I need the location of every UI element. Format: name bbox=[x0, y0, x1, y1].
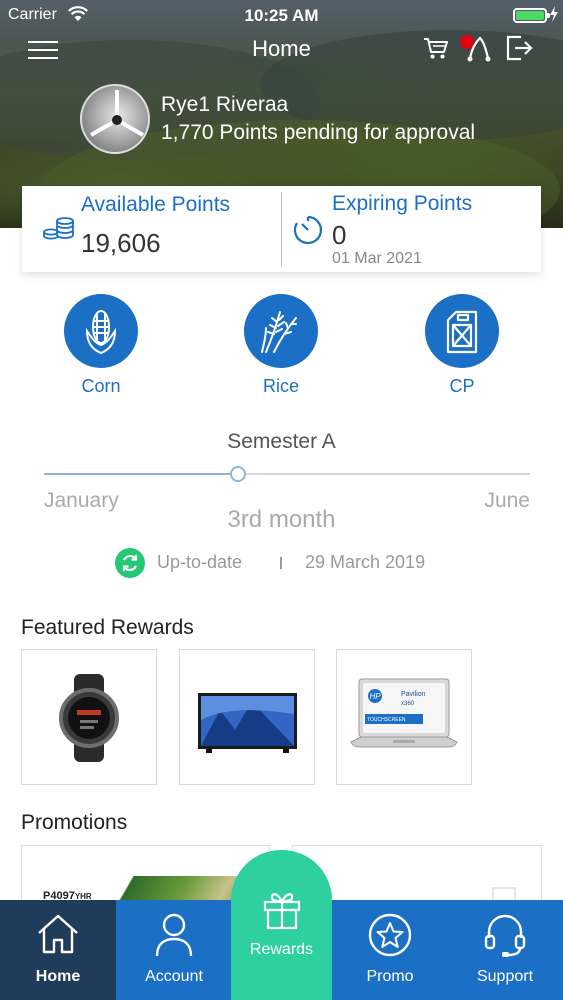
tab-home[interactable]: Home bbox=[0, 900, 116, 1000]
semester-title: Semester A bbox=[227, 430, 336, 453]
semester-progress-handle[interactable] bbox=[230, 466, 247, 482]
tab-label: Promo bbox=[366, 968, 414, 985]
battery-icon bbox=[513, 8, 550, 23]
tab-account[interactable]: Account bbox=[116, 900, 232, 1000]
tab-label: Home bbox=[35, 968, 81, 985]
home-icon bbox=[38, 914, 78, 954]
tab-promo[interactable]: Promo bbox=[332, 900, 448, 1000]
avatar[interactable] bbox=[80, 84, 150, 154]
available-points-value: 19,606 bbox=[81, 228, 161, 258]
current-month-label: 3rd month bbox=[227, 506, 336, 533]
jerrycan-icon bbox=[425, 294, 499, 368]
points-card: Available Points 19,606 Expiring Points … bbox=[22, 186, 541, 272]
refresh-icon[interactable] bbox=[115, 548, 145, 578]
user-icon bbox=[155, 913, 193, 957]
tab-label: Account bbox=[145, 968, 203, 985]
sync-status: Up-to-date bbox=[157, 552, 243, 572]
reward-item-laptop[interactable]: HP Pavilion x360 TOUCHSCREEN bbox=[336, 649, 472, 785]
reward-item-television[interactable] bbox=[179, 649, 315, 785]
user-name: Rye1 Riveraa bbox=[161, 93, 289, 116]
notification-badge bbox=[460, 35, 474, 49]
logout-icon[interactable] bbox=[504, 33, 534, 63]
category-corn[interactable]: Corn bbox=[51, 294, 151, 398]
category-cp[interactable]: CP bbox=[412, 294, 512, 398]
available-points-label: Available Points bbox=[81, 193, 231, 216]
promotions-title: Promotions bbox=[21, 811, 128, 834]
laptop-icon: HP Pavilion x360 TOUCHSCREEN bbox=[350, 678, 458, 748]
gift-icon bbox=[263, 893, 300, 930]
expiring-date: 01 Mar 2021 bbox=[332, 250, 422, 267]
expiring-points-value: 0 bbox=[332, 220, 347, 250]
corn-icon bbox=[64, 294, 138, 368]
category-label: Corn bbox=[81, 376, 121, 396]
category-label: Rice bbox=[262, 376, 299, 396]
tab-label: Rewards bbox=[249, 941, 314, 958]
semester-progress-track bbox=[44, 466, 530, 482]
tab-support[interactable]: Support bbox=[447, 900, 563, 1000]
tab-label: Support bbox=[476, 968, 534, 985]
featured-rewards-title: Featured Rewards bbox=[21, 616, 194, 639]
timer-icon bbox=[293, 215, 323, 245]
clock: 10:25 AM bbox=[244, 6, 319, 25]
pending-points: 1,770 Points pending for approval bbox=[161, 121, 476, 144]
divider bbox=[280, 557, 282, 569]
laptop-brand-logo: HP bbox=[369, 692, 381, 701]
status-bar: Carrier 10:25 AM bbox=[0, 0, 563, 30]
semester-progress-fill bbox=[44, 473, 239, 475]
charging-icon bbox=[550, 6, 558, 22]
television-icon bbox=[198, 693, 297, 753]
headset-icon bbox=[484, 914, 526, 957]
expiring-points-label: Expiring Points bbox=[332, 192, 473, 215]
sync-date: 29 March 2019 bbox=[305, 552, 426, 572]
reward-item-smartwatch[interactable] bbox=[21, 649, 157, 785]
tab-rewards[interactable]: Rewards bbox=[231, 850, 332, 1000]
laptop-model-line1: Pavilion bbox=[401, 691, 426, 698]
star-badge-icon bbox=[368, 913, 412, 957]
laptop-model-line2: x360 bbox=[401, 701, 415, 707]
category-rice[interactable]: Rice bbox=[231, 294, 331, 398]
cart-icon[interactable] bbox=[423, 35, 449, 61]
navigation-bar: Home bbox=[0, 30, 563, 70]
rice-icon bbox=[244, 294, 318, 368]
smartwatch-icon bbox=[59, 674, 119, 762]
category-label: CP bbox=[449, 376, 475, 396]
coins-icon bbox=[43, 217, 74, 240]
divider bbox=[281, 192, 282, 266]
laptop-screen-text: TOUCHSCREEN bbox=[367, 717, 406, 723]
